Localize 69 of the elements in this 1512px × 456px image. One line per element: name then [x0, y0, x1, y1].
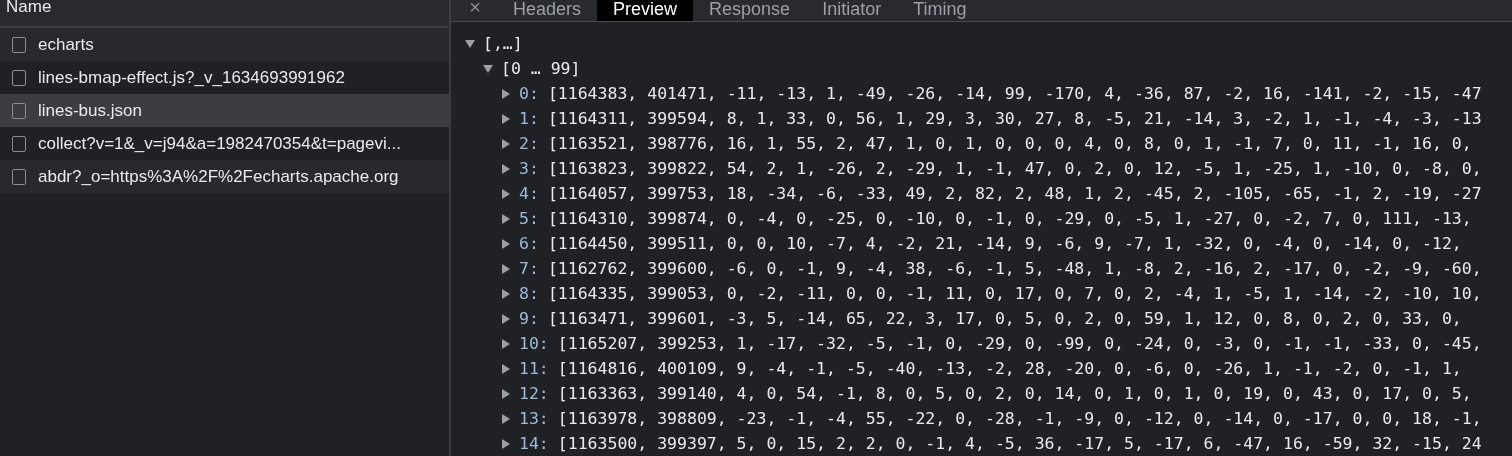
array-index: 14:	[519, 433, 549, 455]
request-row[interactable]: echarts	[0, 28, 449, 61]
array-index: 8:	[519, 283, 539, 305]
array-value: [1163363, 399140, 4, 0, 54, -1, 8, 0, 5, 0, 2, 0, 14, 0, 1, 0, 1, 0, 19, 0, 43, 0, 17, 0, 5,	[556, 383, 1472, 405]
collapsed-triangle-icon[interactable]	[501, 313, 511, 324]
expanded-triangle-icon[interactable]	[483, 63, 493, 74]
collapsed-triangle-icon[interactable]	[501, 363, 511, 374]
collapsed-triangle-icon[interactable]	[501, 388, 511, 399]
array-value: [1162762, 399600, -6, 0, -1, 9, -4, 38, -6, -1, 5, -48, 1, -8, 2, -16, 2, -17, 0, -2, -9, -60,	[546, 258, 1482, 280]
array-index: 9:	[519, 308, 539, 330]
array-value: [1164311, 399594, 8, 1, 33, 0, 56, 1, 29, 3, 30, 27, 8, -5, 21, -14, 3, -2, 1, -1, -4, -3, -13	[546, 108, 1482, 130]
array-value: [1164383, 401471, -11, -13, 1, -49, -26, -14, 99, -170, 4, -36, 87, -2, 16, -141, -2, -15, -47	[546, 83, 1482, 105]
checkbox[interactable]	[12, 69, 26, 86]
request-name[interactable]: abdr?_o=https%3A%2F%2Fecharts.apache.org	[38, 163, 399, 190]
request-name[interactable]: echarts	[38, 31, 94, 58]
expanded-triangle-icon[interactable]	[465, 38, 475, 49]
column-header[interactable]: Name	[6, 0, 52, 16]
array-value: [1163500, 399397, 5, 0, 15, 2, 2, 0, -1, 4, -5, 36, -17, 5, -17, 6, -47, 16, -59, 32, -15, 24	[556, 433, 1482, 455]
array-index: 7:	[519, 258, 539, 280]
array-index: 10:	[519, 333, 549, 355]
collapsed-triangle-icon[interactable]	[501, 213, 511, 224]
collapsed-triangle-icon[interactable]	[501, 163, 511, 174]
array-index: 13:	[519, 408, 549, 430]
array-value: [1164310, 399874, 0, -4, 0, -25, 0, -10, 0, -1, 0, -29, 0, -5, 1, -27, 0, -2, 7, 0, 111, -13,	[546, 208, 1472, 230]
array-index: 3:	[519, 158, 539, 180]
collapsed-triangle-icon[interactable]	[501, 238, 511, 249]
collapsed-triangle-icon[interactable]	[501, 188, 511, 199]
array-value: [1164816, 400109, 9, -4, -1, -5, -40, -13, -2, 28, -20, 0, -6, 0, -26, 1, -1, -2, 0, -1, 1,	[556, 358, 1462, 380]
array-index: 11:	[519, 358, 549, 380]
tab[interactable]: Timing	[897, 0, 983, 21]
array-value: [1165207, 399253, 1, -17, -32, -5, -1, 0, -29, 0, -99, 0, -24, 0, -3, 0, -1, -1, -33, 0, -45,	[556, 333, 1482, 355]
collapsed-triangle-icon[interactable]	[501, 338, 511, 349]
array-value: [1163521, 398776, 16, 1, 55, 2, 47, 1, 0, 1, 0, 0, 0, 4, 0, 8, 0, 1, -1, 7, 0, 11, -1, 16, 0,	[546, 133, 1472, 155]
array-index: 5:	[519, 208, 539, 230]
close-button[interactable]: ×	[465, 0, 485, 19]
checkbox[interactable]	[12, 168, 26, 185]
checkbox[interactable]	[12, 36, 26, 53]
collapsed-triangle-icon[interactable]	[501, 88, 511, 99]
collapsed-triangle-icon[interactable]	[501, 263, 511, 274]
collapsed-triangle-icon[interactable]	[501, 288, 511, 299]
array-value: [1163823, 399822, 54, 2, 1, -26, 2, -29, 1, -1, 47, 0, 2, 0, 12, -5, 1, -25, 1, -10, 0, -8, 0,	[546, 158, 1482, 180]
checkbox[interactable]	[12, 102, 26, 119]
collapsed-triangle-icon[interactable]	[501, 138, 511, 149]
tab[interactable]: Headers	[497, 0, 598, 21]
array-value: [1164450, 399511, 0, 0, 10, -7, 4, -2, 21, -14, 9, -6, 9, -7, 1, -32, 0, -4, 0, -14, 0, -12,	[546, 233, 1462, 255]
array-value: [1163978, 398809, -23, -1, -4, 55, -22, 0, -28, -1, -9, 0, -12, 0, -14, 0, -17, 0, 0, 18, -1,	[556, 408, 1482, 430]
tree-label[interactable]: [0 … 99]	[501, 56, 581, 81]
array-value: [1164057, 399753, 18, -34, -6, -33, 49, 2, 82, 2, 48, 1, 2, -45, 2, -105, -65, -1, 2, -19, -27	[546, 183, 1482, 205]
tab[interactable]: Preview	[597, 0, 694, 21]
request-name[interactable]: lines-bus.json	[38, 97, 142, 124]
request-name[interactable]: collect?v=1&_v=j94&a=1982470354&t=pagevi...	[38, 130, 401, 157]
collapsed-triangle-icon[interactable]	[501, 113, 511, 124]
array-index: 4:	[519, 183, 539, 205]
tab[interactable]: Response	[693, 0, 807, 21]
array-index: 6:	[519, 233, 539, 255]
request-name[interactable]: lines-bmap-effect.js?_v_1634693991962	[38, 64, 345, 91]
request-row[interactable]: lines-bus.json	[0, 94, 449, 127]
request-row[interactable]: abdr?_o=https%3A%2F%2Fecharts.apache.org	[0, 160, 449, 193]
array-index: 12:	[519, 383, 549, 405]
array-value: [1163471, 399601, -3, 5, -14, 65, 22, 3, 17, 0, 5, 0, 2, 0, 59, 1, 12, 0, 8, 0, 2, 0, 33, 0,	[546, 308, 1462, 330]
collapsed-triangle-icon[interactable]	[501, 413, 511, 424]
array-value: [1164335, 399053, 0, -2, -11, 0, 0, -1, 11, 0, 17, 0, 7, 0, 2, -4, 1, -5, 1, -14, -2, -10, 10,	[546, 283, 1482, 305]
array-index: 1:	[519, 108, 539, 130]
array-index: 0:	[519, 83, 539, 105]
tree-label[interactable]: [,…]	[483, 31, 523, 56]
collapsed-triangle-icon[interactable]	[501, 438, 511, 449]
tab[interactable]: Initiator	[806, 0, 898, 21]
array-index: 2:	[519, 133, 539, 155]
checkbox[interactable]	[12, 135, 26, 152]
